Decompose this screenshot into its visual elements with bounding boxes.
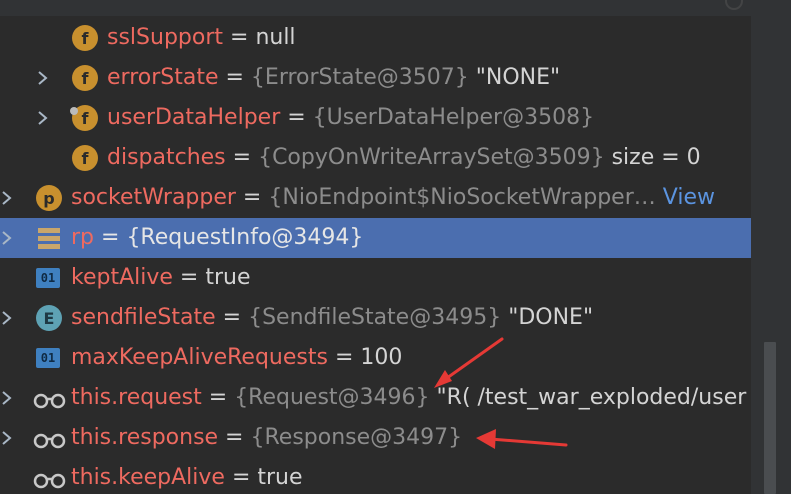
variable-row-sendfileState[interactable]: EsendfileState = {SendfileState@3495} "D… <box>0 298 751 338</box>
variable-row-this-response[interactable]: this.response = {Response@3497} <box>0 418 751 458</box>
badge-letter: f <box>72 145 98 171</box>
reference-label: {NioEndpoint$NioSocketWrapper… <box>268 185 656 210</box>
variable-row-rp[interactable]: rp = {RequestInfo@3494} <box>0 218 751 258</box>
equals-sign: = <box>215 305 249 330</box>
variable-name: dispatches <box>107 145 226 170</box>
reference-label: {Request@3496} <box>234 385 430 410</box>
field-icon: f <box>72 145 98 171</box>
variable-name: sslSupport <box>107 25 224 50</box>
variable-name: this.request <box>71 385 202 410</box>
expand-arrow-icon[interactable] <box>36 111 50 125</box>
variable-text: sslSupport = null <box>107 18 296 58</box>
expand-arrow-icon[interactable] <box>0 391 14 405</box>
variable-value: "R( /test_war_exploded/user <box>429 385 747 410</box>
variable-value: true <box>257 465 303 490</box>
variable-text: rp = {RequestInfo@3494} <box>71 218 363 258</box>
expand-arrow-icon[interactable] <box>36 71 50 85</box>
variable-row-userDataHelper[interactable]: f userDataHelper = {UserDataHelper@3508} <box>0 98 751 138</box>
field-icon: f <box>70 105 98 131</box>
protected-field-icon: p <box>36 185 62 211</box>
variable-text: dispatches = {CopyOnWriteArraySet@3509} … <box>107 138 701 178</box>
variable-value: null <box>255 25 296 50</box>
vertical-scrollbar-thumb[interactable] <box>764 342 776 494</box>
variable-name: sendfileState <box>71 305 216 330</box>
badge-letter: E <box>36 305 62 331</box>
variable-text: errorState = {ErrorState@3507} "NONE" <box>107 58 560 98</box>
object-icon <box>36 225 62 251</box>
variable-text: userDataHelper = {UserDataHelper@3508} <box>107 98 594 138</box>
variable-value: 100 <box>360 345 403 370</box>
variable-text: this.response = {Response@3497} <box>71 418 462 458</box>
equals-sign: = <box>218 65 251 90</box>
badge-letter: 01 <box>36 348 60 368</box>
reference-label: {Response@3497} <box>250 425 463 450</box>
equals-sign: = <box>235 185 269 210</box>
variable-text: keptAlive = true <box>71 258 251 298</box>
badge-letter: f <box>72 25 98 51</box>
equals-sign: = <box>280 105 313 130</box>
variable-row-this-keepAlive[interactable]: this.keepAlive = true <box>0 458 751 494</box>
expand-arrow-icon[interactable] <box>0 191 14 205</box>
variable-name: keptAlive <box>71 265 173 290</box>
reference-label: {ErrorState@3507} <box>250 65 469 90</box>
badge-letter: p <box>36 185 62 211</box>
equals-sign: = <box>327 345 361 370</box>
expand-arrow-icon[interactable] <box>0 431 14 445</box>
variable-value: "DONE" <box>501 305 594 330</box>
variable-row-keptAlive[interactable]: 01 keptAlive = true <box>0 258 751 298</box>
variable-row-this-request[interactable]: this.request = {Request@3496} "R( /test_… <box>0 378 751 418</box>
badge-letter: 01 <box>36 268 60 288</box>
variable-row-sslSupport[interactable]: f sslSupport = null <box>0 18 751 58</box>
watch-icon <box>33 465 67 491</box>
equals-sign: = <box>224 465 258 490</box>
equals-sign: = <box>223 25 256 50</box>
variable-name: socketWrapper <box>71 185 236 210</box>
equals-sign: = <box>225 145 259 170</box>
enum-icon: E <box>36 305 62 331</box>
variable-name: userDataHelper <box>107 105 281 130</box>
clipped-icon <box>725 0 743 10</box>
field-icon: f <box>72 65 98 91</box>
equals-sign: = <box>201 385 235 410</box>
variable-row-maxKeepAliveRequests[interactable]: 01 maxKeepAliveRequests = 100 <box>0 338 751 378</box>
variable-row-socketWrapper[interactable]: p socketWrapper = {NioEndpoint$NioSocketW… <box>0 178 751 218</box>
variable-text: sendfileState = {SendfileState@3495} "DO… <box>71 298 593 338</box>
primitive-icon: 01 <box>36 265 62 291</box>
badge-letter: f <box>72 65 98 91</box>
expand-arrow-icon[interactable] <box>0 311 14 325</box>
variable-name: maxKeepAliveRequests <box>71 345 328 370</box>
variable-name: this.keepAlive <box>71 465 225 490</box>
equals-sign: = <box>218 425 251 450</box>
view-link[interactable]: View <box>656 185 715 210</box>
reference-label: {SendfileState@3495} <box>248 305 502 330</box>
variable-value: size = 0 <box>604 145 701 170</box>
variable-name: rp <box>71 225 95 250</box>
reference-label: {CopyOnWriteArraySet@3509} <box>258 145 605 170</box>
variable-text: this.request = {Request@3496} "R( /test_… <box>71 378 746 418</box>
equals-sign: = <box>172 265 206 290</box>
variable-row-errorState[interactable]: f errorState = {ErrorState@3507} "NONE" <box>0 58 751 98</box>
variable-row-dispatches[interactable]: f dispatches = {CopyOnWriteArraySet@3509}… <box>0 138 751 178</box>
reference-label: {UserDataHelper@3508} <box>312 105 595 130</box>
variable-text: maxKeepAliveRequests = 100 <box>71 338 402 378</box>
variable-text: this.keepAlive = true <box>71 458 303 494</box>
tree-top-edge <box>0 0 751 16</box>
variable-text: socketWrapper = {NioEndpoint$NioSocketWr… <box>71 178 715 218</box>
equals-sign: = <box>94 225 127 250</box>
variable-value: true <box>205 265 251 290</box>
variable-name: errorState <box>107 65 219 90</box>
watch-icon <box>33 425 67 451</box>
pin-marker <box>70 107 78 115</box>
watch-icon <box>33 385 67 411</box>
variable-value: "NONE" <box>468 65 561 90</box>
variable-name: this.response <box>71 425 219 450</box>
reference-label: {RequestInfo@3494} <box>126 225 364 250</box>
primitive-icon: 01 <box>36 345 62 371</box>
expand-arrow-icon[interactable] <box>0 231 14 245</box>
field-icon: f <box>72 25 98 51</box>
variables-tree[interactable]: f sslSupport = null f errorState = {ErrorSt… <box>0 0 751 494</box>
